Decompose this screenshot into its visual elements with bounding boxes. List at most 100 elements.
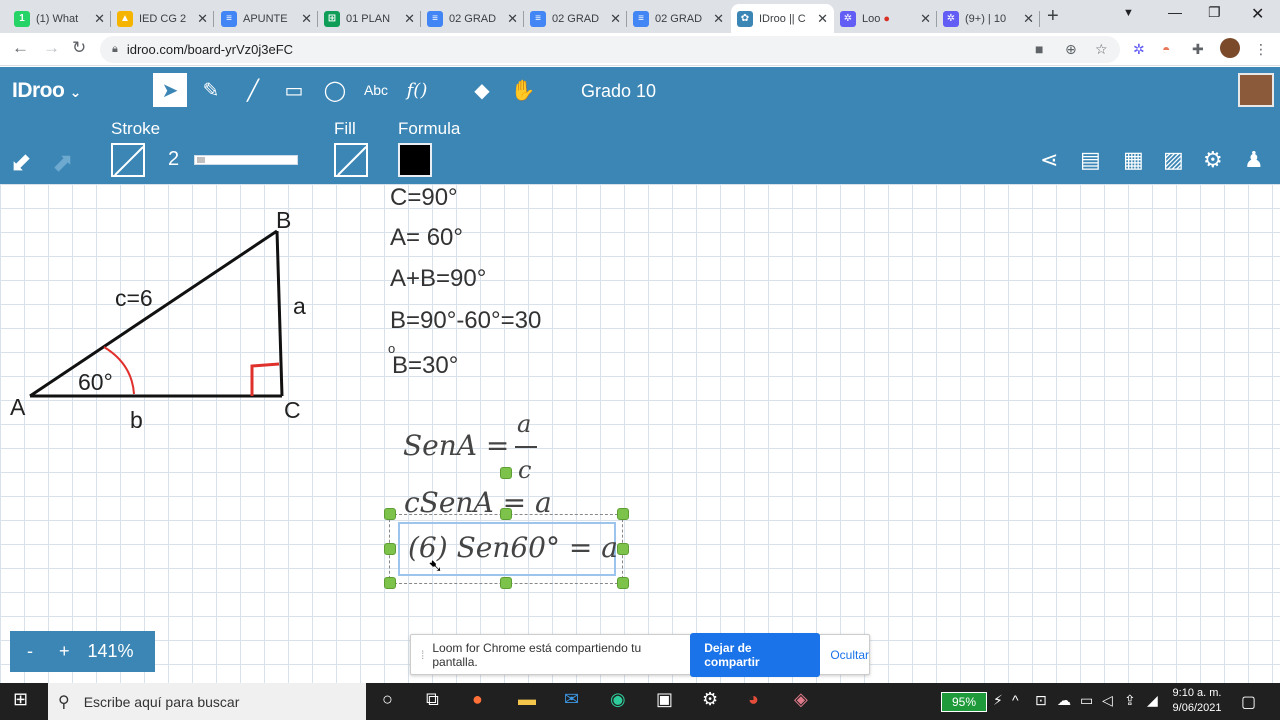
resize-handle[interactable] — [500, 577, 512, 589]
camera-icon[interactable]: ■ — [1035, 41, 1043, 57]
reload-icon[interactable]: ↻ — [72, 38, 86, 58]
windows-start-icon[interactable]: ⊞ — [13, 689, 28, 710]
close-tab-icon[interactable]: ✕ — [920, 11, 931, 27]
expand-arrow-icon[interactable]: ⬈ — [52, 147, 74, 178]
collapse-arrow-icon[interactable]: ⬋ — [10, 147, 32, 178]
battery-icon[interactable]: ▭ — [1080, 692, 1093, 709]
edge-icon[interactable]: ◉ — [610, 689, 626, 710]
ellipse-tool-button[interactable]: ◯ — [318, 73, 352, 107]
browser-tab[interactable]: ✿ IDroo || C ✕ — [731, 4, 834, 33]
browser-tab[interactable]: ≡ 02 GRAD ✕ — [627, 4, 730, 33]
close-tab-icon[interactable]: ✕ — [404, 11, 415, 27]
zoom-icon[interactable]: ⊕ — [1065, 41, 1077, 58]
app-icon[interactable]: ◈ — [794, 689, 808, 710]
resize-handle[interactable] — [617, 543, 629, 555]
show-hidden-icons[interactable]: ^ — [1012, 692, 1019, 708]
file-explorer-icon[interactable]: ▬ — [518, 689, 536, 710]
close-tab-icon[interactable]: ✕ — [713, 11, 724, 27]
stroke-color-swatch[interactable] — [111, 143, 145, 177]
loom-extension-icon[interactable]: ✲ — [1133, 41, 1145, 58]
hand-tool-button[interactable]: ✋ — [506, 73, 540, 107]
formula-tool-button[interactable]: f() — [400, 73, 434, 107]
back-icon[interactable]: ← — [12, 38, 29, 58]
menu-kebab-icon[interactable]: ⋮ — [1254, 41, 1268, 58]
chat-icon[interactable]: ▤ — [1080, 147, 1101, 173]
close-tab-icon[interactable]: ✕ — [94, 11, 105, 27]
battery-indicator[interactable]: 95% — [941, 692, 987, 712]
resize-handle[interactable] — [617, 508, 629, 520]
notifications-icon[interactable]: ▢ — [1241, 692, 1256, 712]
formula-sena-left[interactable]: SenA = — [403, 429, 509, 462]
forward-icon[interactable]: → — [43, 38, 60, 58]
store-icon[interactable]: ▣ — [656, 689, 673, 710]
idroo-logo[interactable]: IDroo ⌄ — [12, 79, 81, 103]
browser-tab[interactable]: ≡ APUNTE ✕ — [215, 4, 318, 33]
user-settings-icon[interactable]: ♟ — [1244, 147, 1264, 173]
browser-tab[interactable]: ▲ IED CG 2 ✕ — [111, 4, 214, 33]
drag-grip-icon[interactable]: ⁞ — [421, 648, 424, 662]
close-tab-icon[interactable]: ✕ — [197, 11, 208, 27]
mail-icon[interactable]: ✉ — [564, 689, 579, 710]
user-video-avatar[interactable] — [1238, 73, 1274, 107]
upload-icon[interactable]: ⇪ — [1124, 692, 1136, 709]
wifi-icon[interactable]: ◢ — [1147, 692, 1158, 709]
extensions-puzzle-icon[interactable]: ✚ — [1192, 41, 1204, 58]
extension-icon[interactable]: ◓ — [1162, 41, 1170, 57]
settings-app-icon[interactable]: ⚙ — [702, 689, 718, 710]
tab-search-icon[interactable]: ▼ — [1123, 7, 1134, 19]
fill-color-swatch[interactable] — [334, 143, 368, 177]
browser-tab[interactable]: ⊞ 01 PLAN ✕ — [318, 4, 421, 33]
resize-handle[interactable] — [384, 508, 396, 520]
close-tab-icon[interactable]: ✕ — [301, 11, 312, 27]
pencil-tool-button[interactable]: ✎ — [194, 73, 228, 107]
browser-tab[interactable]: ≡ 02 GRAD ✕ — [421, 4, 524, 33]
image-icon[interactable]: ▨ — [1163, 147, 1184, 173]
browser-tab[interactable]: ✲ (9+) | 10 ✕ — [937, 4, 1040, 33]
close-tab-icon[interactable]: ✕ — [1023, 11, 1034, 27]
network-icon[interactable]: ⊡ — [1035, 692, 1047, 709]
zoom-out-button[interactable]: - — [27, 641, 33, 662]
resize-handle[interactable] — [617, 577, 629, 589]
taskbar-clock[interactable]: 9:10 a. m. 9/06/2021 — [1166, 686, 1228, 716]
restore-button[interactable]: ❐ — [1208, 4, 1221, 21]
browser-tab[interactable]: ✲ Loo ● ✕ — [834, 4, 937, 33]
rectangle-tool-button[interactable]: ▭ — [277, 73, 311, 107]
stroke-width-slider[interactable] — [194, 155, 298, 165]
onedrive-icon[interactable]: ☁ — [1057, 692, 1071, 709]
new-tab-button[interactable]: + — [1047, 5, 1059, 28]
chrome-icon[interactable]: ◕ — [748, 689, 759, 710]
document-icon[interactable]: ▦ — [1123, 147, 1144, 173]
url-field[interactable]: 🔒︎ idroo.com/board-yrVz0j3eFC — [100, 36, 1120, 63]
taskbar-search[interactable]: ⚲ Escribe aquí para buscar — [48, 683, 366, 720]
formula-color-swatch[interactable] — [398, 143, 432, 177]
slider-thumb[interactable] — [197, 157, 205, 163]
share-icon[interactable]: ⋖ — [1040, 147, 1058, 173]
select-tool-button[interactable]: ➤ — [153, 73, 187, 107]
volume-icon[interactable]: ◁ — [1102, 692, 1113, 709]
cortana-icon[interactable]: ○ — [382, 689, 393, 710]
bookmark-star-icon[interactable]: ☆ — [1095, 41, 1108, 58]
resize-handle[interactable] — [500, 467, 512, 479]
eraser-tool-button[interactable]: ◆ — [465, 73, 499, 107]
close-window-button[interactable]: ✕ — [1251, 4, 1264, 24]
close-tab-icon[interactable]: ✕ — [610, 11, 621, 27]
close-tab-icon[interactable]: ✕ — [507, 11, 518, 27]
whiteboard-canvas[interactable]: B A C c=6 a b 60° C=90° A= 60° A+B=90° B… — [0, 184, 1280, 684]
close-tab-icon[interactable]: ✕ — [817, 11, 828, 27]
minimize-button[interactable]: — — [1168, 4, 1182, 20]
line-tool-button[interactable]: ╱ — [236, 73, 270, 107]
resize-handle[interactable] — [500, 508, 512, 520]
task-view-icon[interactable]: ⧉ — [426, 689, 439, 710]
resize-handle[interactable] — [384, 543, 396, 555]
stop-sharing-button[interactable]: Dejar de compartir — [690, 632, 821, 677]
hide-button[interactable]: Ocultar — [830, 648, 869, 662]
browser-tab[interactable]: 1 (1) What ✕ — [8, 4, 111, 33]
resize-handle[interactable] — [384, 577, 396, 589]
power-icon[interactable]: ⚡ — [993, 692, 1003, 709]
browser-tab[interactable]: ≡ 02 GRAD ✕ — [524, 4, 627, 33]
settings-gear-icon[interactable]: ⚙ — [1203, 147, 1223, 173]
text-tool-button[interactable]: Abc — [359, 73, 393, 107]
firefox-icon[interactable]: ● — [472, 689, 483, 710]
profile-avatar[interactable] — [1220, 38, 1240, 58]
zoom-in-button[interactable]: + — [59, 641, 70, 662]
